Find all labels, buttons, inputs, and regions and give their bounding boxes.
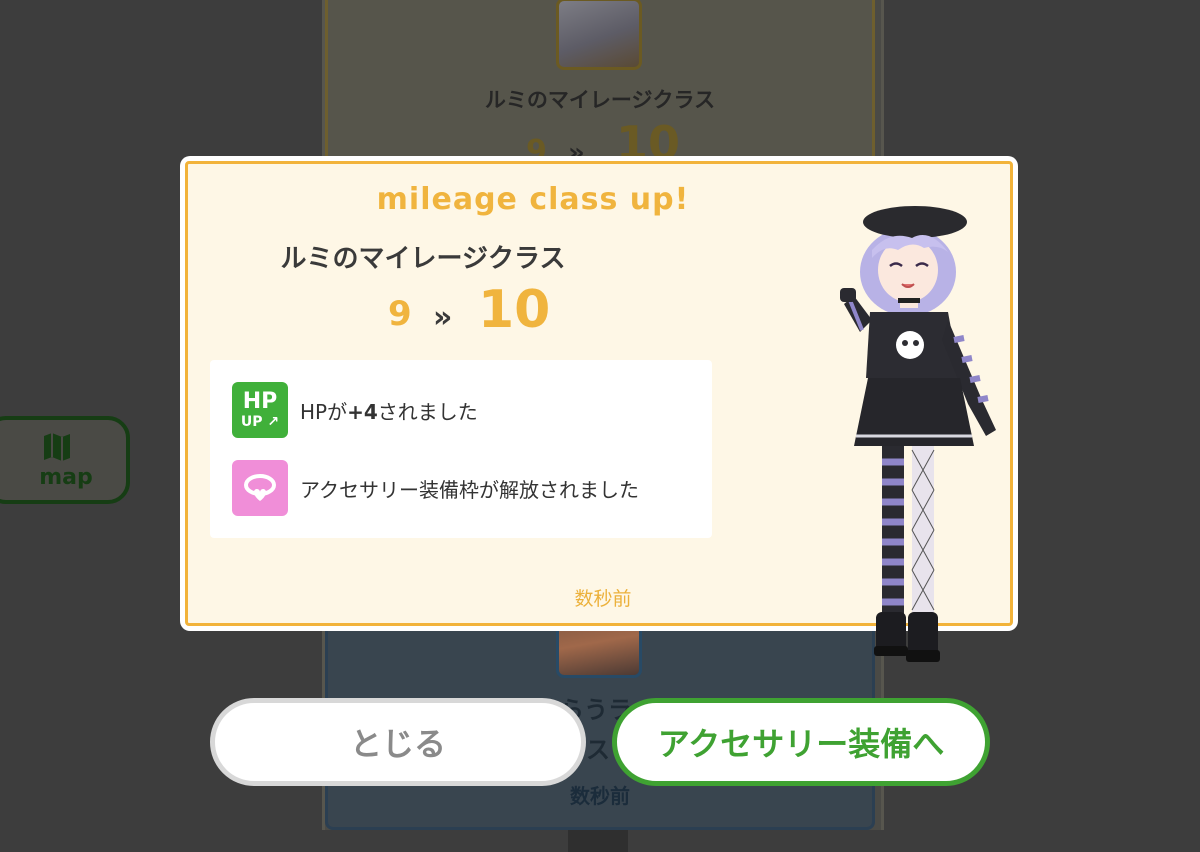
hp-badge-label: HP <box>242 389 278 414</box>
reward-hp-prefix: HPが <box>300 399 348 424</box>
reward-hp-suffix: されました <box>377 399 478 424</box>
background-card-stem <box>568 830 628 852</box>
reward-item-hp: HP UP ↗ HPが+4されました <box>232 382 478 438</box>
close-button[interactable]: とじる <box>210 698 586 786</box>
mileage-class-name: ルミのマイレージクラス <box>280 244 566 274</box>
map-icon <box>44 432 70 461</box>
reward-text-accessory: アクセサリー装備枠が解放されました <box>300 477 639 502</box>
hp-badge-sublabel: UP ↗ <box>240 414 280 430</box>
accessory-equip-button[interactable]: アクセサリー装備へ <box>612 698 990 786</box>
dialog-timestamp: 数秒前 <box>574 588 632 610</box>
accessory-ring-icon <box>232 460 288 516</box>
level-from: 9 <box>388 294 412 334</box>
reward-text-hp: HPが+4されました <box>300 396 478 425</box>
hp-up-icon: HP UP ↗ <box>232 382 288 438</box>
map-label: map <box>39 464 93 490</box>
reward-hp-value: +4 <box>347 399 378 424</box>
rewards-list: HP UP ↗ HPが+4されました アクセサリー装備枠が解放されました <box>210 360 712 538</box>
hp-badge-up-text: UP <box>240 414 263 430</box>
dialog-title: mileage class up! <box>376 182 690 217</box>
level-to: 10 <box>478 280 551 340</box>
level-arrow: » <box>433 300 453 335</box>
character-illustration <box>840 206 996 662</box>
map-button[interactable]: map <box>0 416 130 504</box>
background-card-text-3: ス <box>586 736 610 764</box>
background-card-title: ルミのマイレージクラス <box>484 88 716 112</box>
background-card-avatar <box>556 0 642 70</box>
reward-item-accessory: アクセサリー装備枠が解放されました <box>232 460 639 516</box>
